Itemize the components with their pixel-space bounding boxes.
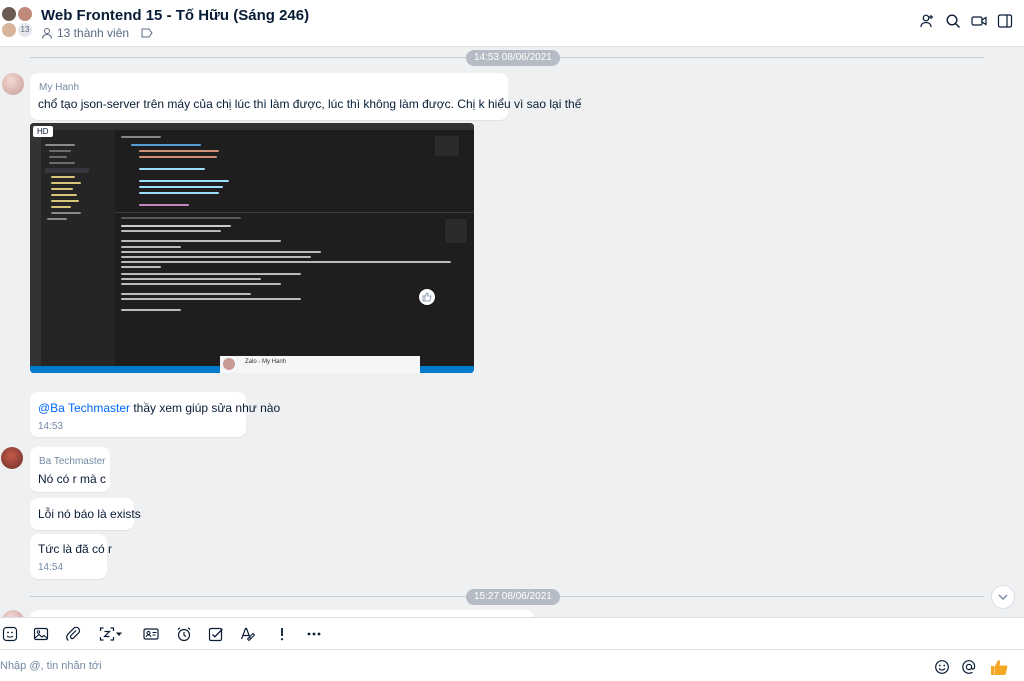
toggle-info-panel-button[interactable] [996, 12, 1014, 30]
header-actions [918, 12, 1014, 30]
message-text: Lỗi nó báo là exists [38, 507, 141, 521]
assign-task-button[interactable] [206, 625, 226, 643]
avatar[interactable] [1, 447, 23, 469]
group-title[interactable]: Web Frontend 15 - Tố Hữu (Sáng 246) [41, 7, 309, 24]
image-icon [33, 627, 49, 641]
mention-button[interactable] [960, 658, 978, 676]
thumbs-up-icon [422, 292, 432, 302]
member-info[interactable]: 13 thành viên [41, 26, 153, 40]
sender-name[interactable]: My Hanh [39, 82, 79, 93]
thumbs-up-icon [991, 660, 1008, 675]
add-user-icon [920, 14, 933, 28]
mention-link[interactable]: @Ba Techmaster [38, 401, 130, 415]
message-bubble[interactable]: Ba Techmaster Nó có r mà c [30, 447, 110, 492]
avatar [223, 358, 235, 370]
sticker-icon [2, 626, 18, 642]
more-options-button[interactable] [304, 625, 324, 643]
message-text: Nó có r mà c [38, 472, 107, 486]
scroll-to-bottom-button[interactable] [991, 585, 1015, 609]
image-attachment[interactable]: HD Zalo - My Hanh [30, 123, 474, 373]
popup-title: Zalo - My Hanh [245, 359, 287, 365]
screenshot-button[interactable] [96, 625, 126, 643]
message-time: 14:53 [38, 421, 64, 432]
message-text: @Ba Techmaster thầy xem giúp sửa như nào [38, 401, 280, 415]
chevron-down-icon [998, 594, 1008, 600]
vscode-editor [115, 130, 474, 212]
exclamation-icon [280, 628, 284, 641]
member-count-label: 13 thành viên [57, 26, 130, 40]
message-bubble[interactable]: Lỗi nó báo là exists [30, 498, 141, 530]
date-separator: 15:27 08/06/2021 [466, 589, 560, 605]
message-bubble[interactable]: Tức là đã có r 14:54 [30, 534, 112, 579]
date-separator: 14:53 08/06/2021 [466, 50, 560, 66]
business-card-button[interactable] [141, 625, 161, 643]
person-icon [42, 28, 52, 39]
member-avatar [1, 6, 17, 22]
text-format-button[interactable] [238, 625, 258, 643]
vscode-titlebar [30, 123, 474, 130]
text-format-icon [240, 627, 256, 642]
caret-down-icon [116, 632, 122, 636]
tag-icon[interactable] [141, 28, 153, 38]
reaction-button[interactable] [419, 289, 435, 305]
emoji-button[interactable] [933, 658, 951, 676]
alarm-clock-icon [177, 627, 191, 642]
hd-badge: HD [33, 126, 53, 137]
video-call-button[interactable] [970, 12, 988, 30]
avatar[interactable] [2, 610, 24, 617]
message-time: 14:54 [38, 562, 64, 573]
search-icon [946, 14, 960, 28]
message-bubble[interactable]: @Ba Techmaster thầy xem giúp sửa như nào… [30, 392, 280, 437]
member-count-badge: 13 [17, 22, 33, 38]
message-text: Tức là đã có r [38, 542, 113, 556]
sidebar-panel-icon [997, 14, 1013, 28]
screenshot-icon [99, 627, 115, 641]
member-avatar [17, 6, 33, 22]
quick-like-button[interactable] [989, 658, 1009, 676]
send-image-button[interactable] [31, 625, 51, 643]
message-text: chổ tạo json-server trên máy của chị lúc… [38, 97, 582, 111]
video-camera-icon [971, 16, 987, 26]
vscode-activity-bar [30, 130, 41, 366]
paperclip-icon [66, 626, 81, 641]
sender-name[interactable]: Ba Techmaster [39, 456, 106, 467]
sticker-button[interactable] [0, 625, 20, 643]
add-member-button[interactable] [918, 12, 936, 30]
reminder-button[interactable] [174, 625, 194, 643]
composer-toolbar [0, 617, 1024, 650]
composer [0, 650, 1024, 681]
zalo-popup-preview: Zalo - My Hanh [220, 356, 420, 373]
chat-header: 13 Web Frontend 15 - Tố Hữu (Sáng 246) 1… [0, 0, 1024, 47]
vscode-explorer [41, 130, 115, 366]
group-avatar[interactable]: 13 [1, 6, 35, 40]
mark-important-button[interactable] [272, 625, 292, 643]
avatar[interactable] [2, 73, 24, 95]
attach-file-button[interactable] [63, 625, 83, 643]
at-sign-icon [962, 660, 976, 674]
contact-card-icon [143, 628, 159, 640]
message-input[interactable] [0, 656, 900, 676]
member-avatar [1, 22, 17, 38]
vscode-terminal [115, 212, 474, 366]
message-list[interactable]: 14:53 08/06/2021 My Hanh chổ tạo json-se… [0, 47, 1024, 617]
task-check-icon [208, 627, 223, 642]
message-bubble[interactable] [30, 610, 534, 617]
search-button[interactable] [944, 12, 962, 30]
more-dots-icon [307, 632, 321, 636]
emoji-icon [935, 660, 949, 674]
message-text-rest: thầy xem giúp sửa như nào [130, 401, 281, 415]
message-bubble[interactable]: My Hanh chổ tạo json-server trên máy của… [30, 73, 581, 120]
